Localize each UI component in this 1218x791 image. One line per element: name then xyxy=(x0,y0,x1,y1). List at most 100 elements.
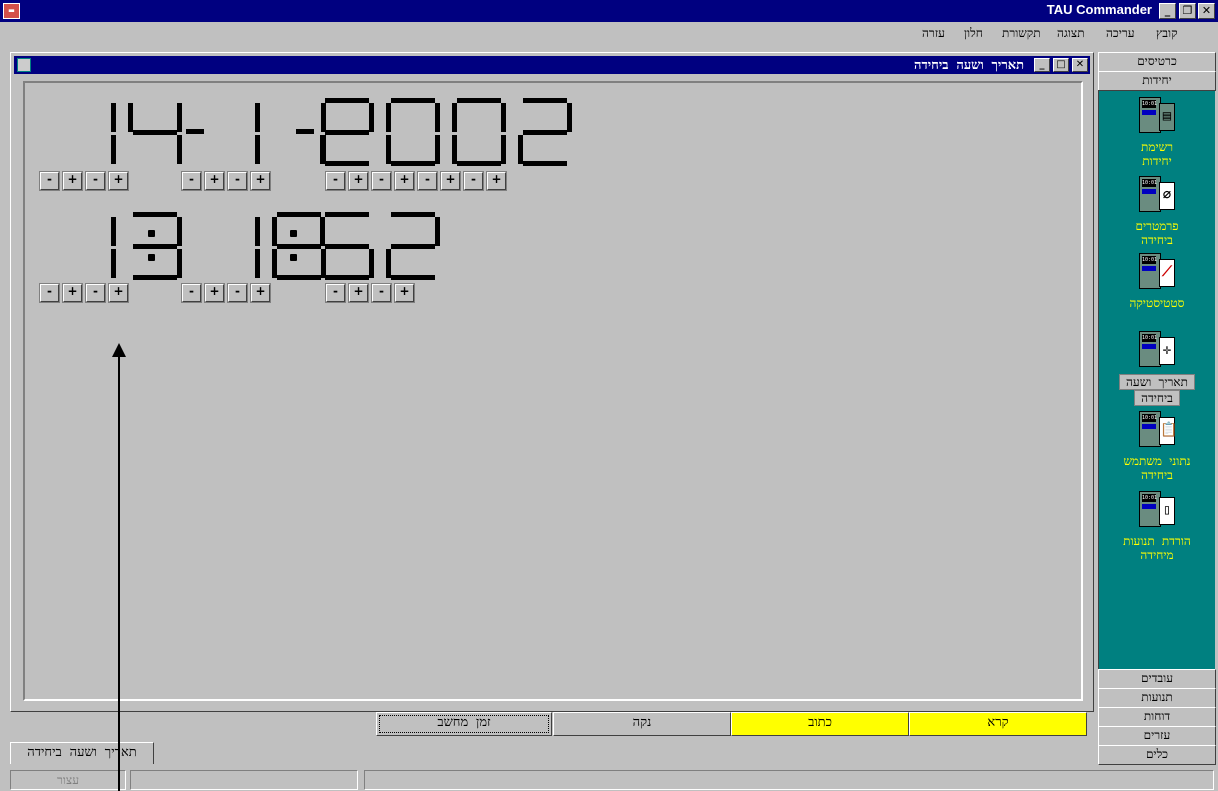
month-increment-button[interactable]: + xyxy=(204,171,225,191)
seven-segment-digit xyxy=(62,212,116,280)
digit-segment-b xyxy=(177,217,182,246)
year-decrement-button[interactable]: - xyxy=(325,171,346,191)
digit-segment-g xyxy=(523,129,567,135)
digit-segment-b xyxy=(177,103,182,132)
units-panel: 10:01 ▤ רשימת יחידות 10:01 ⌀ פרמטרים ביחיד… xyxy=(1098,90,1215,721)
digit-segment-d xyxy=(391,161,435,166)
day-decrement-button[interactable]: - xyxy=(39,171,60,191)
seven-segment-digit xyxy=(452,98,506,166)
minutes-increment-button[interactable]: + xyxy=(204,283,225,303)
digit-segment-e xyxy=(272,248,277,278)
digit-segment-a xyxy=(391,98,435,103)
sidebar-item-unit-parameters[interactable]: 10:01 ⌀ פרמטרים ביחידה xyxy=(1099,176,1215,247)
sidebar-cards-button[interactable]: כרטיסים xyxy=(1098,52,1216,72)
annotation-arrow-head xyxy=(112,343,126,357)
clear-button[interactable]: נקה xyxy=(553,712,731,736)
year-decrement-button[interactable]: - xyxy=(417,171,438,191)
write-button[interactable]: כתוב xyxy=(731,712,909,736)
digit-segment-a xyxy=(457,98,501,103)
user-data-icon: 10:01 📋 xyxy=(1139,411,1177,447)
hours-decrement-button[interactable]: - xyxy=(39,283,60,303)
sidebar-item-label: ביחידה xyxy=(1141,233,1173,247)
hours-increment-button[interactable]: + xyxy=(62,283,83,303)
month-increment-button[interactable]: + xyxy=(250,171,271,191)
sidebar-item-label: ביחידה xyxy=(1141,468,1173,482)
seven-segment-digit xyxy=(272,212,326,280)
month-decrement-button[interactable]: - xyxy=(227,171,248,191)
sidebar-reports-button[interactable]: דוחות xyxy=(1098,707,1216,727)
digit-segment-b xyxy=(111,217,116,246)
seven-segment-digit xyxy=(62,98,116,166)
digit-segment-e xyxy=(386,134,391,164)
sidebar-item-datetime[interactable]: 10:01 ✛ תאריך ושעה ביחידה xyxy=(1099,331,1215,406)
sidebar-transactions-button[interactable]: תנועות xyxy=(1098,688,1216,708)
digit-segment-b xyxy=(111,103,116,132)
day-increment-button[interactable]: + xyxy=(62,171,83,191)
seven-segment-digit xyxy=(206,98,260,166)
window-tab-datetime[interactable]: תאריך ושעה ביחידה xyxy=(10,742,154,764)
year-increment-button[interactable]: + xyxy=(440,171,461,191)
sidebar-item-label: סטטיסטיקה xyxy=(1129,296,1185,310)
sidebar-item-label: ביחידה xyxy=(1134,390,1180,406)
digit-segment-c xyxy=(111,134,116,164)
minutes-increment-button[interactable]: + xyxy=(250,283,271,303)
seconds-increment-button[interactable]: + xyxy=(348,283,369,303)
digit-segment-d xyxy=(325,161,369,166)
digit-segment-d xyxy=(325,275,369,280)
sidebar-item-statistics[interactable]: 10:01 ⟋ סטטיסטיקה xyxy=(1099,253,1215,310)
sidebar-employees-button[interactable]: עובדים xyxy=(1098,669,1216,689)
year-increment-button[interactable]: + xyxy=(394,171,415,191)
month-decrement-button[interactable]: - xyxy=(181,171,202,191)
seconds-decrement-button[interactable]: - xyxy=(371,283,392,303)
seven-segment-digit xyxy=(320,98,374,166)
seconds-decrement-button[interactable]: - xyxy=(325,283,346,303)
sidebar-item-download-transactions[interactable]: 10:01 ▯ הורדת תנועות מיחידה xyxy=(1099,491,1215,562)
minutes-decrement-button[interactable]: - xyxy=(227,283,248,303)
digit-segment-d xyxy=(277,275,321,280)
digit-segment-b xyxy=(369,103,374,132)
digit-segment-a xyxy=(391,212,435,217)
year-increment-button[interactable]: + xyxy=(348,171,369,191)
status-pane xyxy=(130,770,358,790)
digit-segment-e xyxy=(452,134,457,164)
digit-segment-d xyxy=(133,275,177,280)
year-increment-button[interactable]: + xyxy=(486,171,507,191)
stop-button[interactable]: עצור xyxy=(10,770,126,790)
digit-segment-a xyxy=(277,212,321,217)
computer-time-button[interactable]: זמן מחשב xyxy=(376,712,552,736)
digit-segment-f xyxy=(452,103,457,132)
seconds-increment-button[interactable]: + xyxy=(394,283,415,303)
sidebar-units-button[interactable]: יחידות xyxy=(1098,71,1216,91)
digit-segment-b xyxy=(435,217,440,246)
digit-segment-c xyxy=(111,248,116,278)
sidebar-item-label: מיחידה xyxy=(1140,548,1174,562)
hours-increment-button[interactable]: + xyxy=(108,283,129,303)
sidebar-item-units-list[interactable]: 10:01 ▤ רשימת יחידות xyxy=(1099,97,1215,168)
seven-segment-digit xyxy=(128,212,182,280)
sidebar-item-user-data[interactable]: 10:01 📋 נתוני משתמש ביחידה xyxy=(1099,411,1215,482)
minutes-decrement-button[interactable]: - xyxy=(181,283,202,303)
read-button[interactable]: קרא xyxy=(909,712,1087,736)
digit-segment-b xyxy=(255,103,260,132)
digit-segment-d xyxy=(391,275,435,280)
year-decrement-button[interactable]: - xyxy=(463,171,484,191)
digit-segment-a xyxy=(523,98,567,103)
digit-segment-c xyxy=(177,134,182,164)
sidebar-tools-button[interactable]: כלים xyxy=(1098,745,1216,765)
date-separator xyxy=(296,129,314,134)
sidebar-item-label: תאריך ושעה xyxy=(1119,374,1195,390)
sidebar-tools-aids-button[interactable]: עזרים xyxy=(1098,726,1216,746)
digit-segment-a xyxy=(133,212,177,217)
units-list-icon: 10:01 ▤ xyxy=(1139,97,1175,133)
digit-segment-c xyxy=(255,134,260,164)
day-increment-button[interactable]: + xyxy=(108,171,129,191)
datetime-icon: 10:01 ✛ xyxy=(1139,331,1175,367)
digit-segment-f xyxy=(320,217,325,246)
digit-segment-b xyxy=(435,103,440,132)
year-decrement-button[interactable]: - xyxy=(371,171,392,191)
hours-decrement-button[interactable]: - xyxy=(85,283,106,303)
day-decrement-button[interactable]: - xyxy=(85,171,106,191)
date-separator xyxy=(186,129,204,134)
digit-segment-g xyxy=(325,243,369,249)
seven-segment-digit xyxy=(386,212,440,280)
